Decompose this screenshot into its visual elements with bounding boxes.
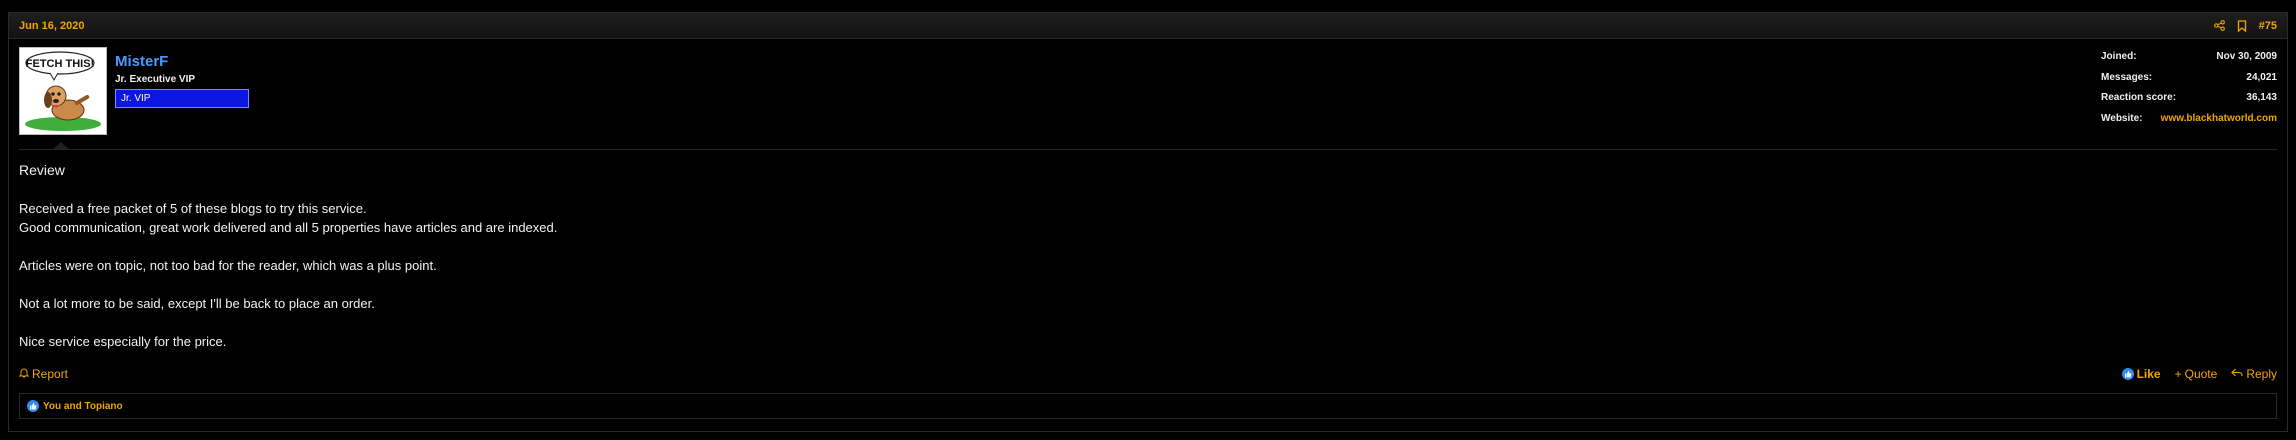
stat-joined: Joined: Nov 30, 2009 — [2101, 51, 2277, 72]
stat-reaction-label: Reaction score: — [2101, 92, 2177, 103]
thumbs-up-icon — [2121, 368, 2134, 380]
stat-joined-label: Joined: — [2101, 51, 2137, 62]
bookmark-icon[interactable] — [2237, 19, 2247, 32]
reply-button[interactable]: Reply — [2231, 367, 2277, 381]
divider-arrow — [53, 142, 69, 149]
stat-reaction: Reaction score: 36,143 — [2101, 92, 2277, 113]
plus-icon: + — [2174, 367, 2182, 381]
post-title: Review — [19, 162, 65, 178]
user-title: Jr. Executive VIP — [115, 74, 196, 85]
avatar[interactable]: FETCH THIS! — [19, 47, 107, 135]
bell-icon — [18, 367, 30, 381]
post-actions: Report Like + Quote Reply — [18, 365, 2277, 383]
quote-label: Quote — [2184, 367, 2218, 381]
thumbs-up-icon — [27, 400, 39, 412]
reply-icon — [2231, 367, 2243, 381]
stat-messages-label: Messages: — [2101, 71, 2153, 83]
content-line: Good communication, great work delivered… — [19, 220, 558, 235]
content-line: Nice service especially for the price. — [19, 334, 227, 349]
report-button[interactable]: Report — [18, 367, 69, 381]
divider — [19, 149, 2277, 150]
stat-messages: Messages: 24,021 — [2101, 72, 2277, 93]
content-line: Articles were on topic, not too bad for … — [19, 258, 437, 273]
like-label: Like — [2136, 367, 2161, 381]
content-line: Not a lot more to be said, except I'll b… — [19, 296, 375, 311]
stat-joined-value: Nov 30, 2009 — [2216, 51, 2277, 62]
report-label: Report — [32, 367, 69, 381]
stat-website-link[interactable]: www.blackhatworld.com — [2161, 113, 2277, 134]
post-date[interactable]: Jun 16, 2020 — [19, 20, 84, 32]
avatar-caption: FETCH THIS! — [26, 58, 94, 70]
post-content: Review Received a free packet of 5 of th… — [19, 161, 557, 351]
post: Jun 16, 2020 #75 FETCH THIS! MisterF Jr.… — [8, 12, 2288, 432]
reply-label: Reply — [2246, 367, 2277, 381]
stat-website: Website: www.blackhatworld.com — [2101, 113, 2277, 134]
post-header-actions: #75 — [2213, 19, 2277, 32]
share-icon[interactable] — [2213, 20, 2225, 31]
user-banner: Jr. VIP — [115, 89, 249, 108]
username[interactable]: MisterF — [115, 53, 168, 70]
quote-button[interactable]: + Quote — [2175, 367, 2218, 381]
post-header: Jun 16, 2020 #75 — [9, 13, 2287, 39]
stat-reaction-value: 36,143 — [2246, 92, 2277, 103]
reactions-bar[interactable]: You and Topiano — [19, 393, 2277, 419]
user-stats: Joined: Nov 30, 2009 Messages: 24,021 Re… — [2101, 51, 2277, 133]
post-number[interactable]: #75 — [2259, 20, 2277, 32]
stat-website-label: Website: — [2101, 112, 2143, 124]
like-button[interactable]: Like — [2121, 367, 2161, 381]
reactions-text[interactable]: You and Topiano — [43, 401, 123, 412]
content-line: Received a free packet of 5 of these blo… — [19, 201, 367, 216]
stat-messages-value: 24,021 — [2246, 71, 2277, 83]
post-actions-right: Like + Quote Reply — [2121, 367, 2277, 381]
user-info: FETCH THIS! MisterF Jr. Executive VIP Jr… — [9, 39, 2287, 149]
